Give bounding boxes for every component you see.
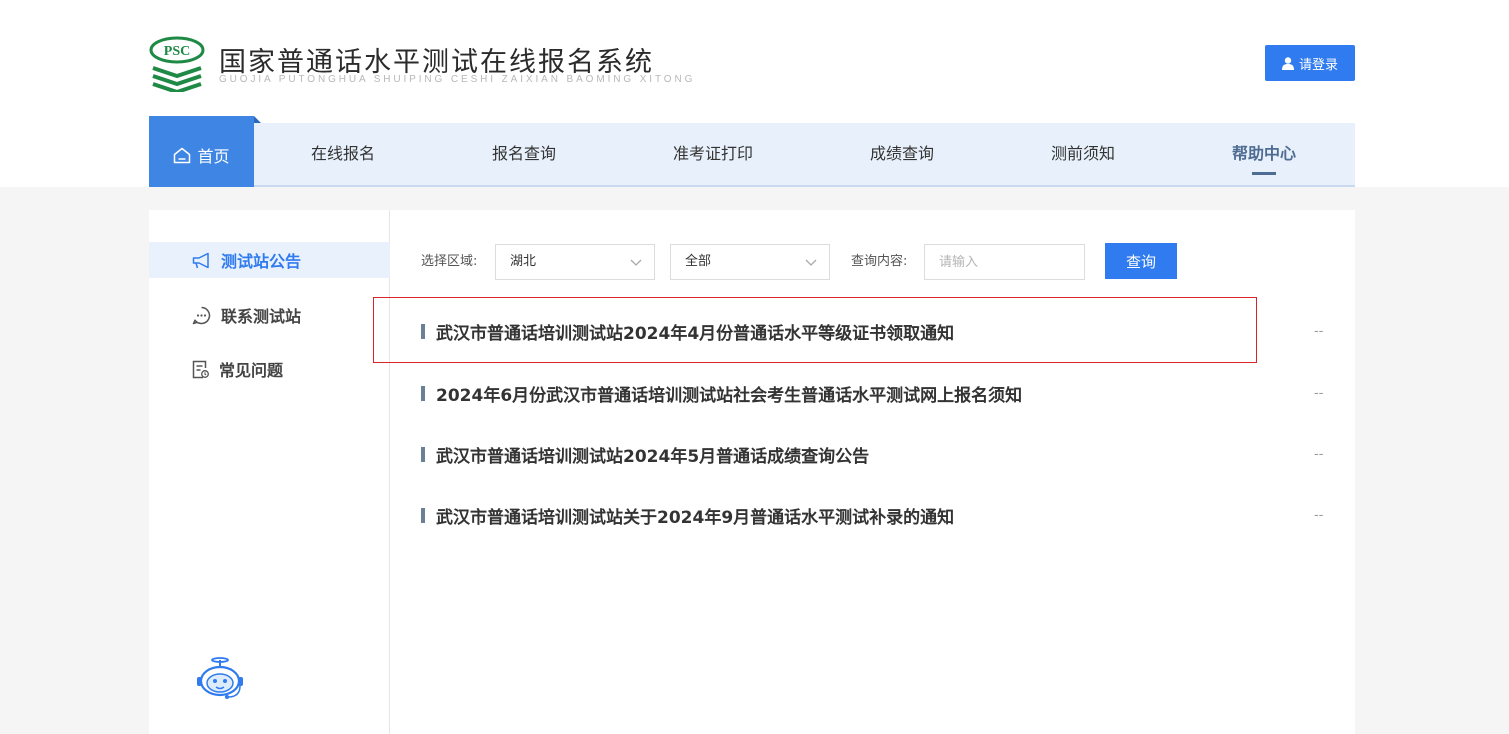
megaphone-icon — [192, 252, 209, 268]
nav-admission-ticket-print[interactable]: 准考证打印 — [673, 123, 753, 185]
news-bullet — [421, 446, 425, 462]
customer-service-robot-icon[interactable] — [194, 657, 246, 701]
region-select[interactable]: 湖北 — [495, 244, 655, 280]
news-title: 武汉市普通话培训测试站2024年5月普通话成绩查询公告 — [436, 446, 870, 467]
nav-home[interactable]: 首页 — [149, 116, 261, 187]
home-icon — [174, 147, 191, 163]
nav-home-label: 首页 — [197, 147, 230, 166]
sidebar: 测试站公告 联系测试站 常见问题 — [149, 210, 390, 734]
news-bullet — [421, 323, 425, 339]
main-nav: 首页 在线报名 报名查询 准考证打印 成绩查询 测前须知 帮助中心 — [149, 116, 1355, 187]
query-button[interactable]: 查询 — [1105, 243, 1177, 279]
nav-pre-test-notice[interactable]: 测前须知 — [1051, 123, 1115, 185]
svg-text:PSC: PSC — [164, 44, 190, 59]
region-select-value: 湖北 — [510, 254, 537, 269]
chevron-down-icon — [630, 259, 642, 266]
news-title: 武汉市普通话培训测试站关于2024年9月普通话水平测试补录的通知 — [436, 507, 955, 528]
nav-help-center[interactable]: 帮助中心 — [1232, 123, 1296, 185]
news-bullet — [421, 507, 425, 523]
news-item[interactable]: 武汉市普通话培训测试站关于2024年9月普通话水平测试补录的通知 — [421, 500, 1326, 530]
sidebar-item-label: 常见问题 — [219, 361, 284, 380]
nav-score-query[interactable]: 成绩查询 — [870, 123, 934, 185]
sidebar-item-label: 测试站公告 — [221, 252, 302, 271]
login-label: 请登录 — [1298, 57, 1338, 73]
news-item[interactable]: 武汉市普通话培训测试站2024年5月普通话成绩查询公告 — [421, 439, 1326, 469]
document-clock-icon — [192, 360, 209, 378]
nav-online-registration[interactable]: 在线报名 — [311, 123, 375, 185]
sub-region-select-value: 全部 — [685, 254, 712, 269]
content-panel: 测试站公告 联系测试站 常见问题 选择区域: 湖北 全部 查询内容: 请输入 查… — [149, 210, 1355, 734]
login-button[interactable]: 请登录 — [1265, 45, 1355, 81]
nav-registration-query[interactable]: 报名查询 — [492, 123, 556, 185]
news-date: -- — [1314, 386, 1324, 401]
news-date: -- — [1314, 324, 1324, 339]
chevron-down-icon — [805, 259, 817, 266]
news-date: -- — [1314, 447, 1324, 462]
region-label: 选择区域: — [421, 254, 478, 269]
news-bullet — [421, 385, 425, 401]
sidebar-item-label: 联系测试站 — [221, 307, 302, 326]
chat-icon — [192, 306, 211, 324]
sidebar-item-contact[interactable]: 联系测试站 — [149, 297, 390, 333]
news-title: 2024年6月份武汉市普通话培训测试站社会考生普通话水平测试网上报名须知 — [436, 385, 1023, 406]
news-item[interactable]: 2024年6月份武汉市普通话培训测试站社会考生普通话水平测试网上报名须知 — [421, 378, 1326, 408]
news-date: -- — [1314, 508, 1324, 523]
sub-region-select[interactable]: 全部 — [670, 244, 830, 280]
user-icon — [1281, 56, 1294, 70]
news-title: 武汉市普通话培训测试站2024年4月份普通话水平等级证书领取通知 — [436, 323, 955, 344]
sidebar-item-announcements[interactable]: 测试站公告 — [149, 242, 390, 278]
news-item[interactable]: 武汉市普通话培训测试站2024年4月份普通话水平等级证书领取通知 — [421, 316, 1326, 346]
query-label: 查询内容: — [851, 254, 908, 269]
sidebar-item-faq[interactable]: 常见问题 — [149, 351, 390, 387]
site-subtitle: GUOJIA PUTONGHUA SHUIPING CESHI ZAIXIAN … — [219, 74, 696, 85]
query-input[interactable] — [924, 244, 1085, 280]
psc-logo: PSC — [149, 36, 205, 92]
